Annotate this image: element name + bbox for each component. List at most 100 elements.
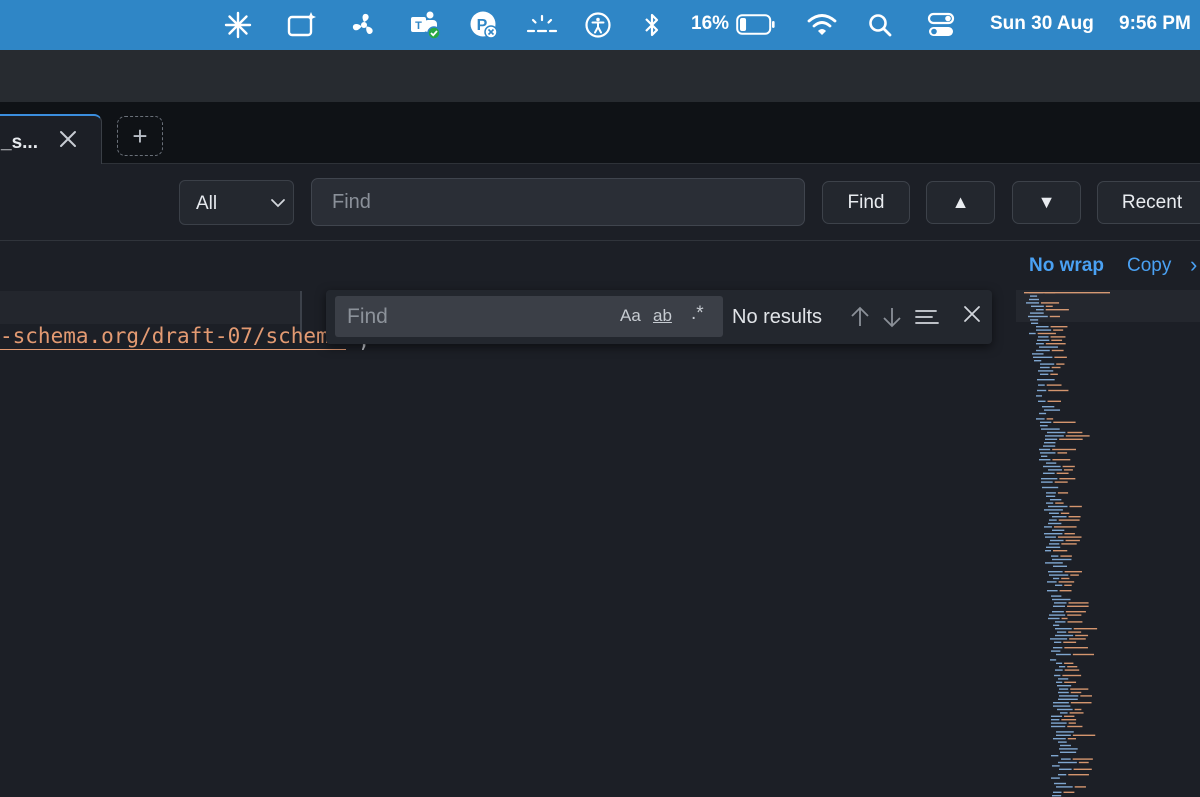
find-button[interactable]: Find bbox=[822, 181, 910, 224]
macos-menu-bar: T P 16% Sun 30 Aug 9:56 PM bbox=[0, 0, 1200, 50]
find-in-selection-icon[interactable] bbox=[914, 304, 940, 330]
no-wrap-button[interactable]: No wrap bbox=[1029, 255, 1104, 277]
minimap-line bbox=[1046, 502, 1054, 504]
minimap-line bbox=[1049, 614, 1066, 616]
perplexity-icon[interactable] bbox=[222, 9, 254, 41]
minimap-line bbox=[1051, 349, 1064, 352]
minimap-line bbox=[1052, 598, 1071, 601]
minimap-line bbox=[1059, 748, 1078, 750]
inline-find-input[interactable]: Find Aa ab .* bbox=[335, 296, 723, 337]
previous-match-button[interactable]: ▲ bbox=[926, 181, 995, 224]
arrow-down-icon[interactable] bbox=[879, 304, 905, 330]
minimap-line bbox=[1053, 421, 1076, 423]
minimap-line bbox=[1051, 777, 1060, 779]
minimap-line bbox=[1056, 786, 1073, 788]
minimap-line bbox=[1068, 631, 1082, 633]
accessibility-icon[interactable] bbox=[582, 9, 614, 41]
minimap-line bbox=[1049, 512, 1059, 514]
minimap-line bbox=[1055, 628, 1072, 630]
minimap-line bbox=[1036, 326, 1049, 328]
minimap-line bbox=[1050, 638, 1068, 640]
control-center-icon[interactable] bbox=[925, 9, 957, 41]
minimap-line bbox=[1058, 519, 1080, 521]
fan-control-icon[interactable] bbox=[348, 9, 380, 41]
menubar-time[interactable]: 9:56 PM bbox=[1119, 13, 1191, 35]
minimap-line bbox=[1060, 555, 1072, 557]
tab-bar: _s... bbox=[0, 102, 1200, 166]
copy-button[interactable]: Copy bbox=[1127, 255, 1171, 277]
wifi-icon[interactable] bbox=[806, 9, 838, 41]
minimap-line bbox=[1045, 536, 1056, 538]
next-match-button[interactable]: ▼ bbox=[1012, 181, 1081, 224]
minimap-line bbox=[1056, 662, 1063, 664]
minimap-line bbox=[1041, 478, 1058, 480]
minimap-line bbox=[1049, 543, 1060, 545]
minimap-line bbox=[1049, 574, 1069, 576]
spotlight-search-icon[interactable] bbox=[864, 9, 896, 41]
brightness-icon[interactable] bbox=[526, 9, 558, 41]
regex-toggle[interactable]: .* bbox=[691, 303, 704, 325]
minimap-line bbox=[1046, 495, 1056, 497]
minimap-line bbox=[1046, 384, 1062, 386]
screen-ai-icon[interactable] bbox=[286, 9, 318, 41]
minimap-line bbox=[1040, 421, 1052, 423]
menubar-date[interactable]: Sun 30 Aug bbox=[990, 13, 1094, 35]
minimap-line bbox=[1033, 356, 1053, 358]
battery-percent[interactable]: 16% bbox=[691, 13, 729, 35]
minimap-viewport-slider[interactable] bbox=[1016, 290, 1200, 322]
recent-button[interactable]: Recent bbox=[1097, 181, 1200, 224]
minimap-line bbox=[1059, 666, 1066, 668]
minimap-line bbox=[1046, 418, 1054, 420]
minimap-line bbox=[1036, 343, 1044, 345]
minimap-line bbox=[1053, 329, 1064, 331]
minimap-line bbox=[1068, 602, 1089, 604]
minimap-line bbox=[1062, 674, 1082, 677]
minimap-line bbox=[1074, 708, 1082, 711]
chevron-right-icon[interactable]: › bbox=[1190, 252, 1197, 278]
minimap-line bbox=[1058, 741, 1067, 743]
minimap-line bbox=[1048, 617, 1060, 620]
minimap-line bbox=[1058, 678, 1069, 680]
minimap-line bbox=[1064, 647, 1088, 649]
arrow-up-icon[interactable] bbox=[847, 304, 873, 330]
minimap-line bbox=[1058, 581, 1075, 583]
minimap-line bbox=[1040, 373, 1049, 375]
minimap-line bbox=[1050, 499, 1062, 501]
minimap-line bbox=[1059, 688, 1069, 690]
parsec-icon[interactable]: P bbox=[468, 9, 500, 41]
minimap-line bbox=[1040, 366, 1050, 369]
minimap-line bbox=[1048, 469, 1062, 471]
minimap-line bbox=[1048, 522, 1062, 525]
bluetooth-icon[interactable] bbox=[636, 9, 668, 41]
minimap-line bbox=[1045, 550, 1052, 552]
teams-icon[interactable]: T bbox=[410, 9, 442, 41]
scope-select[interactable]: All bbox=[179, 180, 294, 225]
minimap-line bbox=[1042, 486, 1059, 489]
minimap-line bbox=[1048, 389, 1069, 392]
minimap-line bbox=[1053, 738, 1066, 740]
minimap-line bbox=[1044, 409, 1061, 411]
svg-text:T: T bbox=[415, 20, 422, 32]
add-tab-button[interactable]: + bbox=[117, 116, 163, 156]
close-icon[interactable] bbox=[57, 128, 79, 150]
minimap-line bbox=[1054, 641, 1062, 643]
whole-word-toggle[interactable]: ab bbox=[653, 306, 672, 326]
minimap-line bbox=[1052, 795, 1062, 797]
battery-icon[interactable] bbox=[736, 14, 776, 35]
minimap-line bbox=[1053, 526, 1077, 528]
inline-find-widget: Find Aa ab .* No results bbox=[326, 290, 992, 344]
code-minimap[interactable] bbox=[1016, 290, 1200, 797]
minimap-line bbox=[1049, 519, 1057, 521]
minimap-line bbox=[1060, 712, 1068, 714]
tab-active-file[interactable]: _s... bbox=[0, 114, 102, 166]
minimap-line bbox=[1044, 509, 1063, 511]
minimap-line bbox=[1058, 761, 1077, 764]
search-input[interactable] bbox=[311, 178, 805, 226]
minimap-line bbox=[1053, 624, 1060, 626]
code-line-schema-url[interactable]: -schema.org/draft-07/schema#" bbox=[0, 324, 346, 350]
match-case-toggle[interactable]: Aa bbox=[620, 306, 641, 326]
close-icon[interactable] bbox=[959, 301, 985, 327]
minimap-line bbox=[1053, 647, 1063, 649]
minimap-line bbox=[1072, 653, 1095, 656]
minimap-line bbox=[1050, 326, 1068, 328]
